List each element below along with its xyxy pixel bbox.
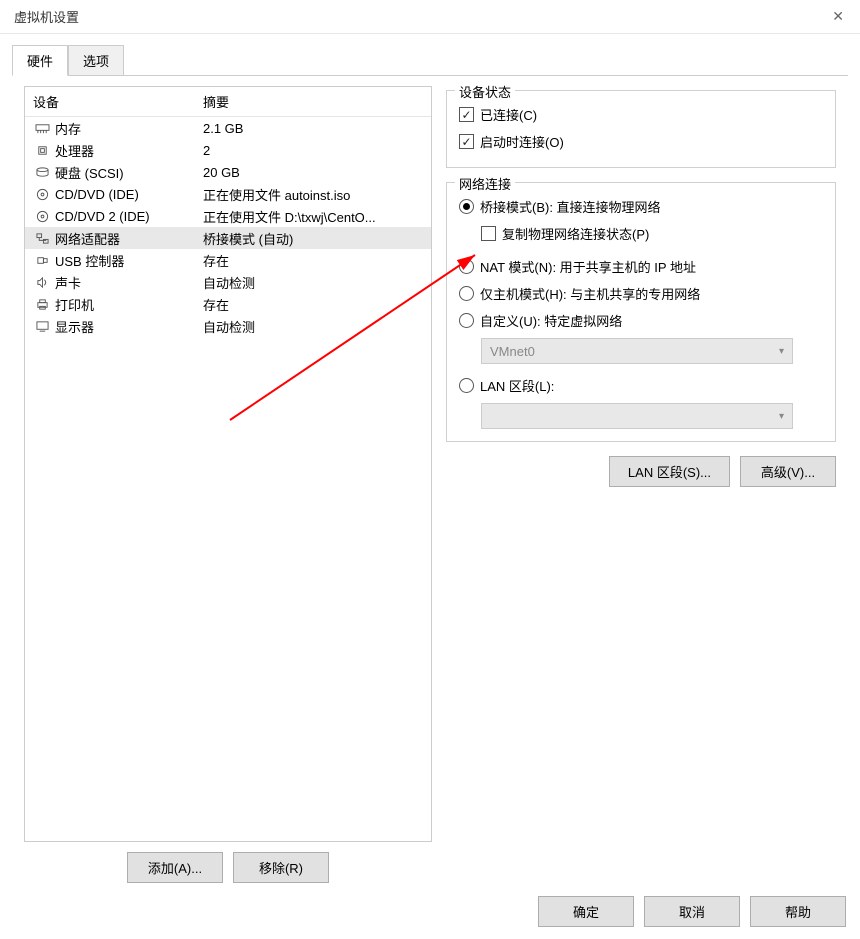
device-summary: 2 xyxy=(203,143,423,158)
lan-radio[interactable] xyxy=(459,378,474,393)
bridged-row[interactable]: 桥接模式(B): 直接连接物理网络 xyxy=(459,193,823,220)
replicate-checkbox[interactable] xyxy=(481,226,496,241)
tab-hardware[interactable]: 硬件 xyxy=(12,45,68,76)
replicate-label: 复制物理网络连接状态(P) xyxy=(502,224,649,243)
device-name: 硬盘 (SCSI) xyxy=(55,163,203,182)
device-name: CD/DVD (IDE) xyxy=(55,187,203,202)
col-summary-header: 摘要 xyxy=(203,92,423,111)
remove-button[interactable]: 移除(R) xyxy=(233,852,329,883)
device-name: 内存 xyxy=(55,119,203,138)
device-summary: 正在使用文件 D:\txwj\CentO... xyxy=(203,207,423,226)
cd-icon xyxy=(33,210,51,223)
device-name: 声卡 xyxy=(55,273,203,292)
tabs: 硬件 选项 xyxy=(0,34,860,75)
col-device-header: 设备 xyxy=(33,92,203,111)
titlebar: 虚拟机设置 ✕ xyxy=(0,0,860,34)
net-icon xyxy=(33,232,51,245)
device-row[interactable]: 声卡自动检测 xyxy=(25,271,431,293)
device-name: 处理器 xyxy=(55,141,203,160)
custom-label: 自定义(U): 特定虚拟网络 xyxy=(480,311,622,330)
custom-row[interactable]: 自定义(U): 特定虚拟网络 xyxy=(459,307,823,334)
device-summary: 2.1 GB xyxy=(203,121,423,136)
device-row[interactable]: 打印机存在 xyxy=(25,293,431,315)
device-summary: 自动检测 xyxy=(203,317,423,336)
lan-segment-dropdown[interactable]: ▾ xyxy=(481,403,793,429)
network-connection-title: 网络连接 xyxy=(455,174,515,193)
device-summary: 桥接模式 (自动) xyxy=(203,229,423,248)
hostonly-radio[interactable] xyxy=(459,286,474,301)
hostonly-label: 仅主机模式(H): 与主机共享的专用网络 xyxy=(480,284,700,303)
device-summary: 存在 xyxy=(203,251,423,270)
device-table-header: 设备 摘要 xyxy=(25,87,431,117)
device-row[interactable]: 硬盘 (SCSI)20 GB xyxy=(25,161,431,183)
bridged-radio[interactable] xyxy=(459,199,474,214)
lan-label: LAN 区段(L): xyxy=(480,376,554,395)
connected-label: 已连接(C) xyxy=(480,105,537,124)
device-row[interactable]: CD/DVD 2 (IDE)正在使用文件 D:\txwj\CentO... xyxy=(25,205,431,227)
usb-icon xyxy=(33,254,51,267)
device-row[interactable]: 处理器2 xyxy=(25,139,431,161)
device-name: 网络适配器 xyxy=(55,229,203,248)
lan-row[interactable]: LAN 区段(L): xyxy=(459,372,823,399)
device-summary: 存在 xyxy=(203,295,423,314)
cd-icon xyxy=(33,188,51,201)
chevron-down-icon: ▾ xyxy=(779,411,784,422)
device-name: 显示器 xyxy=(55,317,203,336)
memory-icon xyxy=(33,122,51,135)
device-name: USB 控制器 xyxy=(55,251,203,270)
device-list: 内存2.1 GB处理器2硬盘 (SCSI)20 GBCD/DVD (IDE)正在… xyxy=(25,117,431,841)
device-summary: 正在使用文件 autoinst.iso xyxy=(203,185,423,204)
nat-label: NAT 模式(N): 用于共享主机的 IP 地址 xyxy=(480,257,696,276)
ok-button[interactable]: 确定 xyxy=(538,896,634,927)
right-actions: LAN 区段(S)... 高级(V)... xyxy=(446,456,836,487)
custom-radio[interactable] xyxy=(459,313,474,328)
dialog-buttons: 确定 取消 帮助 xyxy=(538,896,846,927)
connect-poweron-checkbox[interactable]: ✓ xyxy=(459,134,474,149)
device-summary: 自动检测 xyxy=(203,273,423,292)
device-list-panel: 设备 摘要 内存2.1 GB处理器2硬盘 (SCSI)20 GBCD/DVD (… xyxy=(24,86,432,842)
cpu-icon xyxy=(33,144,51,157)
custom-vmnet-value: VMnet0 xyxy=(490,344,535,359)
lan-segments-button[interactable]: LAN 区段(S)... xyxy=(609,456,730,487)
connected-row[interactable]: ✓ 已连接(C) xyxy=(459,101,823,128)
device-row[interactable]: 网络适配器桥接模式 (自动) xyxy=(25,227,431,249)
device-summary: 20 GB xyxy=(203,165,423,180)
device-actions: 添加(A)... 移除(R) xyxy=(24,842,432,895)
close-icon[interactable]: ✕ xyxy=(824,4,852,29)
replicate-row[interactable]: 复制物理网络连接状态(P) xyxy=(481,220,823,247)
bridged-label: 桥接模式(B): 直接连接物理网络 xyxy=(480,197,661,216)
connected-checkbox[interactable]: ✓ xyxy=(459,107,474,122)
hostonly-row[interactable]: 仅主机模式(H): 与主机共享的专用网络 xyxy=(459,280,823,307)
tab-options[interactable]: 选项 xyxy=(68,45,124,76)
device-row[interactable]: 内存2.1 GB xyxy=(25,117,431,139)
disk-icon xyxy=(33,166,51,179)
sound-icon xyxy=(33,276,51,289)
chevron-down-icon: ▾ xyxy=(779,346,784,357)
device-row[interactable]: 显示器自动检测 xyxy=(25,315,431,337)
connect-poweron-label: 启动时连接(O) xyxy=(480,132,564,151)
device-name: 打印机 xyxy=(55,295,203,314)
network-connection-group: 网络连接 桥接模式(B): 直接连接物理网络 复制物理网络连接状态(P) NAT… xyxy=(446,182,836,442)
device-row[interactable]: USB 控制器存在 xyxy=(25,249,431,271)
device-name: CD/DVD 2 (IDE) xyxy=(55,209,203,224)
add-button[interactable]: 添加(A)... xyxy=(127,852,223,883)
printer-icon xyxy=(33,298,51,311)
nat-radio[interactable] xyxy=(459,259,474,274)
device-row[interactable]: CD/DVD (IDE)正在使用文件 autoinst.iso xyxy=(25,183,431,205)
window-title: 虚拟机设置 xyxy=(8,7,79,26)
advanced-button[interactable]: 高级(V)... xyxy=(740,456,836,487)
help-button[interactable]: 帮助 xyxy=(750,896,846,927)
connect-poweron-row[interactable]: ✓ 启动时连接(O) xyxy=(459,128,823,155)
custom-vmnet-dropdown[interactable]: VMnet0 ▾ xyxy=(481,338,793,364)
cancel-button[interactable]: 取消 xyxy=(644,896,740,927)
content: 设备 摘要 内存2.1 GB处理器2硬盘 (SCSI)20 GBCD/DVD (… xyxy=(12,75,848,895)
device-status-group: 设备状态 ✓ 已连接(C) ✓ 启动时连接(O) xyxy=(446,90,836,168)
display-icon xyxy=(33,320,51,333)
device-status-title: 设备状态 xyxy=(455,82,515,101)
right-panel: 设备状态 ✓ 已连接(C) ✓ 启动时连接(O) 网络连接 桥接模式(B): 直… xyxy=(446,86,836,895)
nat-row[interactable]: NAT 模式(N): 用于共享主机的 IP 地址 xyxy=(459,253,823,280)
